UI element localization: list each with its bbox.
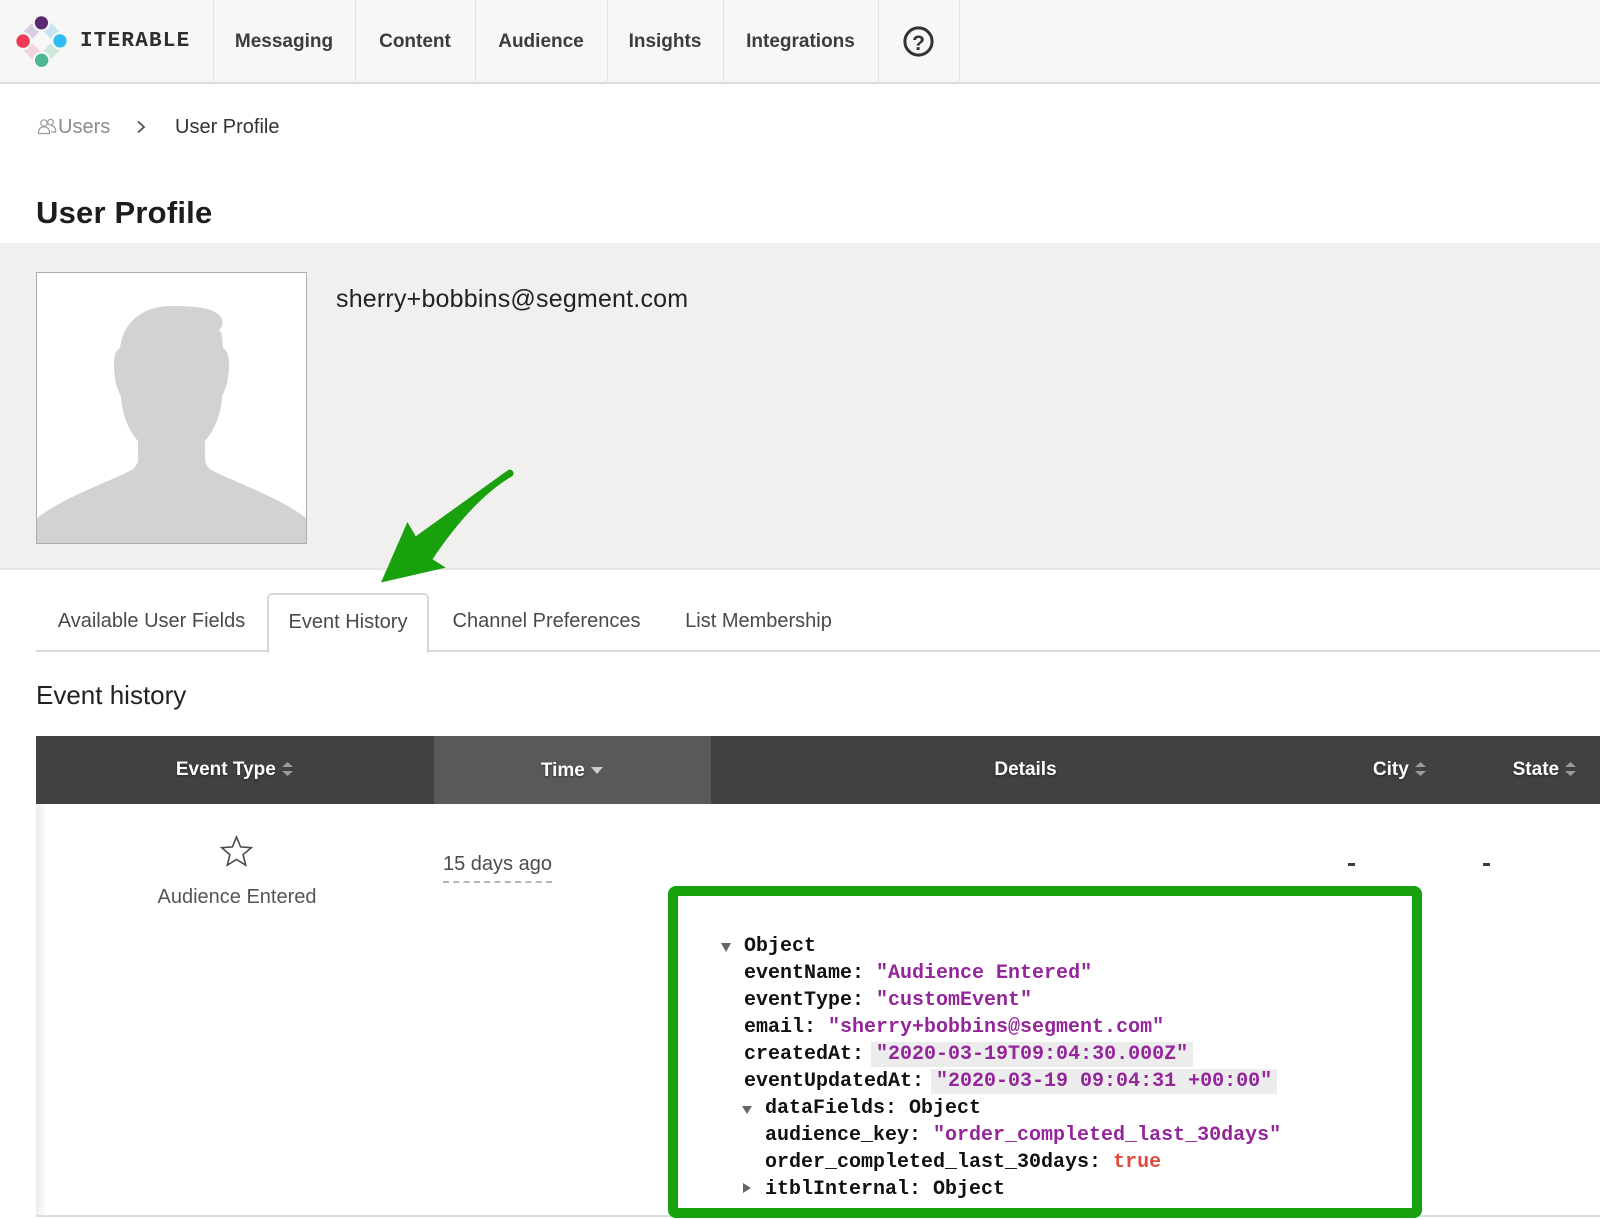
svg-text:?: ? <box>912 32 925 55</box>
